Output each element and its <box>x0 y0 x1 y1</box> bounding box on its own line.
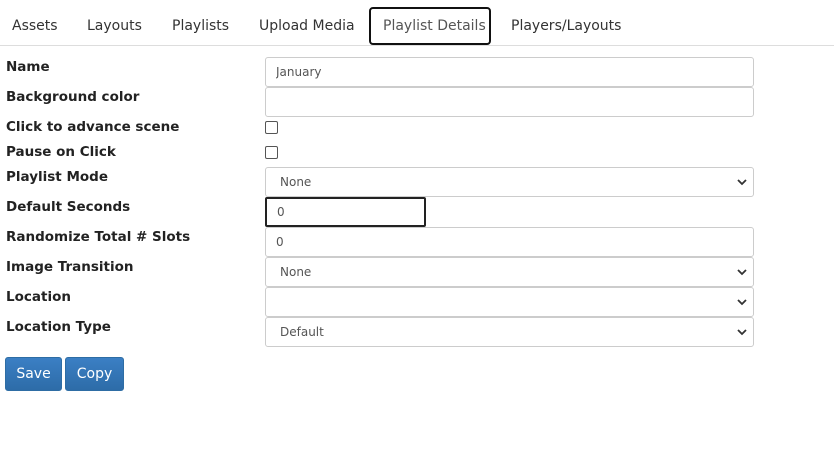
playlist-mode-select[interactable]: None <box>265 167 754 197</box>
save-button[interactable]: Save <box>5 357 62 391</box>
randomize-slots-label: Randomize Total # Slots <box>6 229 191 245</box>
default-seconds-label: Default Seconds <box>6 199 131 215</box>
pause-on-click-checkbox[interactable] <box>265 146 278 159</box>
playlist-mode-label: Playlist Mode <box>6 169 108 185</box>
name-label: Name <box>6 59 50 75</box>
chevron-down-icon <box>737 299 747 306</box>
tab-layouts[interactable]: Layouts <box>87 7 142 45</box>
image-transition-select[interactable]: None <box>265 257 754 287</box>
location-label: Location <box>6 289 71 305</box>
copy-button[interactable]: Copy <box>65 357 124 391</box>
pause-on-click-label: Pause on Click <box>6 144 116 160</box>
background-color-label: Background color <box>6 89 140 105</box>
background-color-input[interactable] <box>265 87 754 117</box>
tab-playlists[interactable]: Playlists <box>172 7 229 45</box>
chevron-down-icon <box>737 269 747 276</box>
tab-upload-media[interactable]: Upload Media <box>259 7 355 45</box>
name-input[interactable] <box>265 57 754 87</box>
image-transition-label: Image Transition <box>6 259 134 275</box>
location-type-label: Location Type <box>6 319 111 335</box>
tab-assets[interactable]: Assets <box>12 7 58 45</box>
location-type-select[interactable]: Default <box>265 317 754 347</box>
image-transition-value: None <box>280 265 312 279</box>
chevron-down-icon <box>737 329 747 336</box>
randomize-slots-input[interactable] <box>265 227 754 257</box>
location-select[interactable] <box>265 287 754 317</box>
click-to-advance-label: Click to advance scene <box>6 119 180 135</box>
default-seconds-input[interactable] <box>265 197 426 227</box>
chevron-down-icon <box>737 179 747 186</box>
click-to-advance-checkbox[interactable] <box>265 121 278 134</box>
playlist-mode-value: None <box>280 175 312 189</box>
tab-playlist-details[interactable]: Playlist Details <box>369 7 491 45</box>
tab-bar: Assets Layouts Playlists Upload Media Pl… <box>0 0 834 46</box>
location-type-value: Default <box>280 325 324 339</box>
tab-players-layouts[interactable]: Players/Layouts <box>511 7 621 45</box>
